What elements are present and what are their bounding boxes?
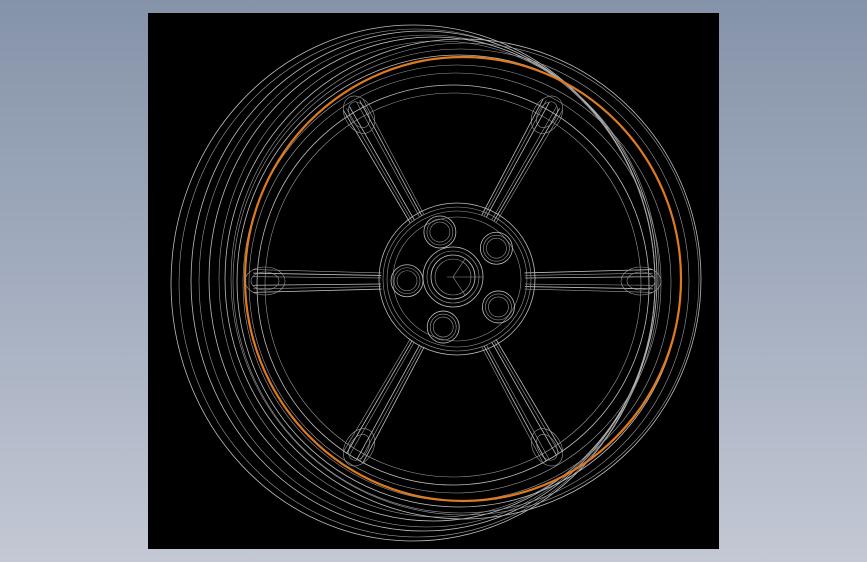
spoke-edge [483,345,547,462]
spoke-edge [483,100,547,217]
cad-viewport[interactable] [148,13,719,549]
spoke-edge [491,106,557,221]
spoke-pocket [530,95,564,134]
lug-hole-ring [483,234,510,262]
spoke [481,95,564,224]
spoke-edge [524,276,653,279]
lug-hole-ring [393,267,421,295]
spoke-edge [485,102,550,218]
lug-hole-ring [485,293,512,321]
lug-hole-ring [480,231,513,265]
front-rim [224,38,702,520]
lug-hole-ring [432,316,454,338]
spoke-edge [362,346,425,464]
selected-edge [243,55,683,503]
spoke-pocket [342,95,376,134]
spoke-edge [359,345,423,462]
spoke-edge [343,338,411,452]
wheel-rim-wireframe [170,24,702,542]
spoke-edge [343,110,411,224]
lug-hole [423,215,457,249]
front-rim-ring [230,42,700,516]
lug-hole-ring [426,310,460,344]
spoke [342,95,425,224]
lug-hole [480,231,513,265]
spoke-pocket [536,101,558,128]
lug-hole-ring [429,313,457,341]
spoke-pocket [348,434,370,461]
spokes [244,95,662,467]
spoke-pocket [530,428,564,467]
spoke-edge [481,98,544,216]
spoke-edge [349,106,415,221]
lug-hole-ring [390,264,424,298]
spoke-edge [495,338,563,452]
spoke-edge [495,110,563,224]
lug-hole [482,290,515,324]
spoke-edge [524,288,653,293]
spoke-edge [486,344,550,460]
back-rim-ring [198,34,656,528]
spoke-edge [253,269,382,274]
lug-hole-ring [488,296,509,318]
front-rim-ring [232,48,690,514]
spoke-edge [524,269,653,274]
spoke-edge [481,346,544,464]
spoke-edge [524,283,653,286]
lug-hole [390,264,424,298]
hub-ring [386,210,528,348]
lug-hole-ring [396,270,418,292]
spoke-edge [356,344,421,460]
hub [378,202,536,356]
hub-ring [382,206,532,352]
spoke-edge [253,288,382,293]
back-rim-ring [208,36,658,522]
lug-hole-ring [426,218,454,246]
lug-hole-ring [429,221,451,243]
spoke-pocket [536,434,558,461]
spoke [481,338,564,467]
lug-hole-ring [486,237,507,259]
lug-holes [390,215,515,344]
spoke-edge [253,276,382,279]
spoke [342,338,425,467]
spoke-edge [359,100,423,217]
lug-hole-ring [482,290,515,324]
spoke-edge [349,341,415,456]
lug-hole-ring [423,215,457,249]
front-rim-ring [248,72,662,494]
hub-ring [378,202,536,356]
spoke-edge [253,283,382,286]
lug-hole [426,310,460,344]
spoke-edge [491,341,557,456]
spoke-edge [356,102,420,218]
hub-axis-line [452,258,466,278]
spoke-edge [362,98,425,216]
hub-axis-line [452,276,466,296]
